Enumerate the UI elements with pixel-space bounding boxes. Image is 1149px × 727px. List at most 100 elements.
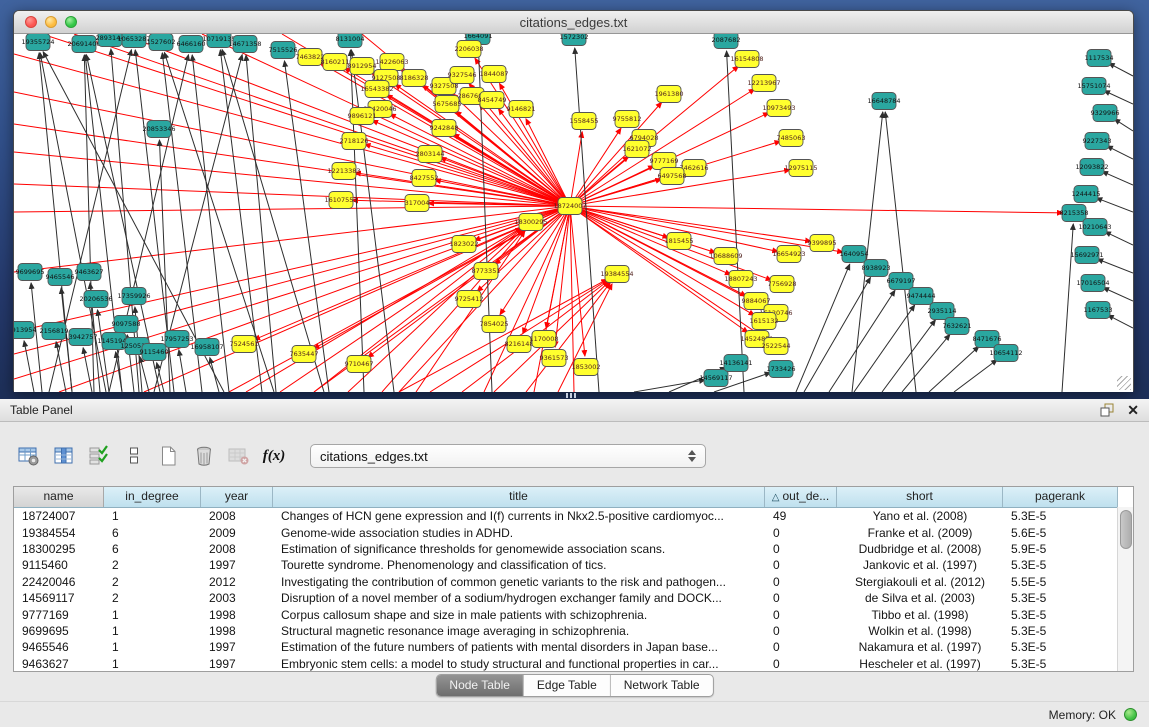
network-node[interactable]: 10973493 <box>762 100 795 117</box>
table-cell[interactable]: 1 <box>104 640 201 654</box>
network-node[interactable]: 6466160 <box>177 36 206 53</box>
network-node[interactable]: 16958107 <box>190 339 223 356</box>
table-row[interactable]: 946362711997Embryonic stem cells: a mode… <box>14 656 1118 672</box>
table-row[interactable]: 1872400712008Changes of HCN gene express… <box>14 508 1118 524</box>
network-node[interactable]: 8912954 <box>348 58 377 75</box>
table-cell[interactable]: 1998 <box>201 624 273 638</box>
network-node[interactable]: 16654923 <box>772 246 805 263</box>
float-panel-icon[interactable] <box>1099 402 1115 418</box>
delete-columns-button[interactable] <box>191 443 217 469</box>
table-cell[interactable]: 5.6E-5 <box>1003 526 1118 540</box>
network-node[interactable]: 6679197 <box>887 273 916 290</box>
network-node[interactable]: 17016504 <box>1076 275 1109 292</box>
table-cell[interactable]: Hescheler et al. (1997) <box>837 657 1003 671</box>
network-node[interactable]: 2206038 <box>455 41 484 58</box>
table-row[interactable]: 969969511998Structural magnetic resonanc… <box>14 623 1118 639</box>
table-cell[interactable]: Yano et al. (2008) <box>837 509 1003 523</box>
table-cell[interactable]: 2 <box>104 575 201 589</box>
network-node[interactable]: 9115460 <box>140 344 169 361</box>
table-cell[interactable]: Jankovic et al. (1997) <box>837 558 1003 572</box>
table-cell[interactable]: Corpus callosum shape and size in male p… <box>273 608 765 622</box>
table-cell[interactable]: 5.9E-5 <box>1003 542 1118 556</box>
new-column-button[interactable] <box>156 443 182 469</box>
table-cell[interactable]: 9115460 <box>14 558 104 572</box>
table-cell[interactable]: 49 <box>765 509 837 523</box>
network-node[interactable]: 7485063 <box>777 130 806 147</box>
network-node[interactable]: 9146821 <box>507 101 536 118</box>
table-cell[interactable]: 2 <box>104 591 201 605</box>
network-node[interactable]: 9463627 <box>75 264 104 281</box>
network-node[interactable]: 1621072 <box>623 141 652 158</box>
column-header-title[interactable]: title <box>273 487 765 507</box>
table-cell[interactable]: Genome-wide association studies in ADHD. <box>273 526 765 540</box>
network-node[interactable]: 13942757 <box>64 329 97 346</box>
network-node[interactable]: 17359926 <box>117 288 150 305</box>
network-node[interactable]: 20853346 <box>142 121 175 138</box>
scrollbar-thumb[interactable] <box>1120 510 1132 549</box>
network-node[interactable]: 317004 <box>405 195 430 212</box>
table-cell[interactable]: 19384554 <box>14 526 104 540</box>
network-node[interactable]: 16543382 <box>360 81 393 98</box>
network-node[interactable]: 8454749 <box>478 92 507 109</box>
table-cell[interactable]: 1 <box>104 657 201 671</box>
table-cell[interactable]: 2012 <box>201 575 273 589</box>
network-node[interactable]: 7515526 <box>269 42 298 59</box>
network-node[interactable]: 1527602 <box>147 34 176 51</box>
network-node[interactable]: 12975115 <box>784 160 817 177</box>
table-cell[interactable]: 0 <box>765 591 837 605</box>
network-node[interactable]: 20206536 <box>79 291 112 308</box>
network-node[interactable]: 1853002 <box>572 359 601 376</box>
network-node[interactable]: 2718126 <box>340 133 369 150</box>
window-titlebar[interactable]: citations_edges.txt <box>14 11 1133 34</box>
network-node[interactable]: 8938923 <box>862 260 891 277</box>
table-cell[interactable]: 9465546 <box>14 640 104 654</box>
table-cell[interactable]: 0 <box>765 526 837 540</box>
network-node[interactable]: 9097588 <box>112 316 141 333</box>
table-cell[interactable]: 2 <box>104 558 201 572</box>
network-node[interactable]: 1640954 <box>840 246 869 263</box>
column-header-short[interactable]: short <box>837 487 1003 507</box>
network-node[interactable]: 8186328 <box>400 70 429 87</box>
table-row[interactable]: 2242004622012Investigating the contribut… <box>14 574 1118 590</box>
network-node[interactable]: 1615132 <box>750 313 779 330</box>
network-node[interactable]: 1844087 <box>480 66 509 83</box>
table-cell[interactable]: 0 <box>765 575 837 589</box>
network-node[interactable]: 1961380 <box>655 86 684 103</box>
network-node[interactable]: 1815455 <box>665 233 694 250</box>
network-node[interactable]: 9710467 <box>345 356 374 373</box>
network-node[interactable]: 2087682 <box>712 34 741 49</box>
network-node[interactable]: 1823022 <box>450 236 479 253</box>
network-node[interactable]: 8131004 <box>336 34 365 48</box>
table-cell[interactable]: 5.3E-5 <box>1003 624 1118 638</box>
table-cell[interactable]: 18300295 <box>14 542 104 556</box>
network-node[interactable]: 14569117 <box>699 370 732 387</box>
table-cell[interactable]: 5.3E-5 <box>1003 591 1118 605</box>
table-cell[interactable]: Disruption of a novel member of a sodium… <box>273 591 765 605</box>
network-node[interactable]: 14671358 <box>228 36 261 53</box>
table-row[interactable]: 1830029562008Estimation of significance … <box>14 541 1118 557</box>
network-node[interactable]: 1167533 <box>1084 302 1113 319</box>
network-node[interactable]: 7524561 <box>230 336 259 353</box>
network-node[interactable]: 10688609 <box>709 248 742 265</box>
network-node[interactable]: 9227343 <box>1083 133 1112 150</box>
close-panel-icon[interactable]: ✕ <box>1127 403 1139 417</box>
table-cell[interactable]: de Silva et al. (2003) <box>837 591 1003 605</box>
table-cell[interactable]: 2008 <box>201 509 273 523</box>
function-builder-button[interactable]: f(x) <box>261 443 287 469</box>
table-cell[interactable]: Structural magnetic resonance image aver… <box>273 624 765 638</box>
network-node[interactable]: 9725412 <box>455 291 484 308</box>
network-node[interactable]: 12213383 <box>327 163 360 180</box>
table-cell[interactable]: 2009 <box>201 526 273 540</box>
network-node[interactable]: 9465546 <box>46 269 75 286</box>
network-node[interactable]: 7756928 <box>768 276 797 293</box>
table-cell[interactable]: 5.3E-5 <box>1003 558 1118 572</box>
table-cell[interactable]: 9463627 <box>14 657 104 671</box>
network-node[interactable]: 12213967 <box>747 75 780 92</box>
network-node[interactable]: 18807243 <box>724 271 757 288</box>
network-node[interactable]: 2935114 <box>928 303 957 320</box>
table-cell[interactable]: 6 <box>104 542 201 556</box>
network-node[interactable]: 1170008 <box>530 331 559 348</box>
network-node[interactable]: 9699695 <box>16 264 45 281</box>
table-cell[interactable]: Franke et al. (2009) <box>837 526 1003 540</box>
network-node[interactable]: 9755812 <box>613 111 642 128</box>
